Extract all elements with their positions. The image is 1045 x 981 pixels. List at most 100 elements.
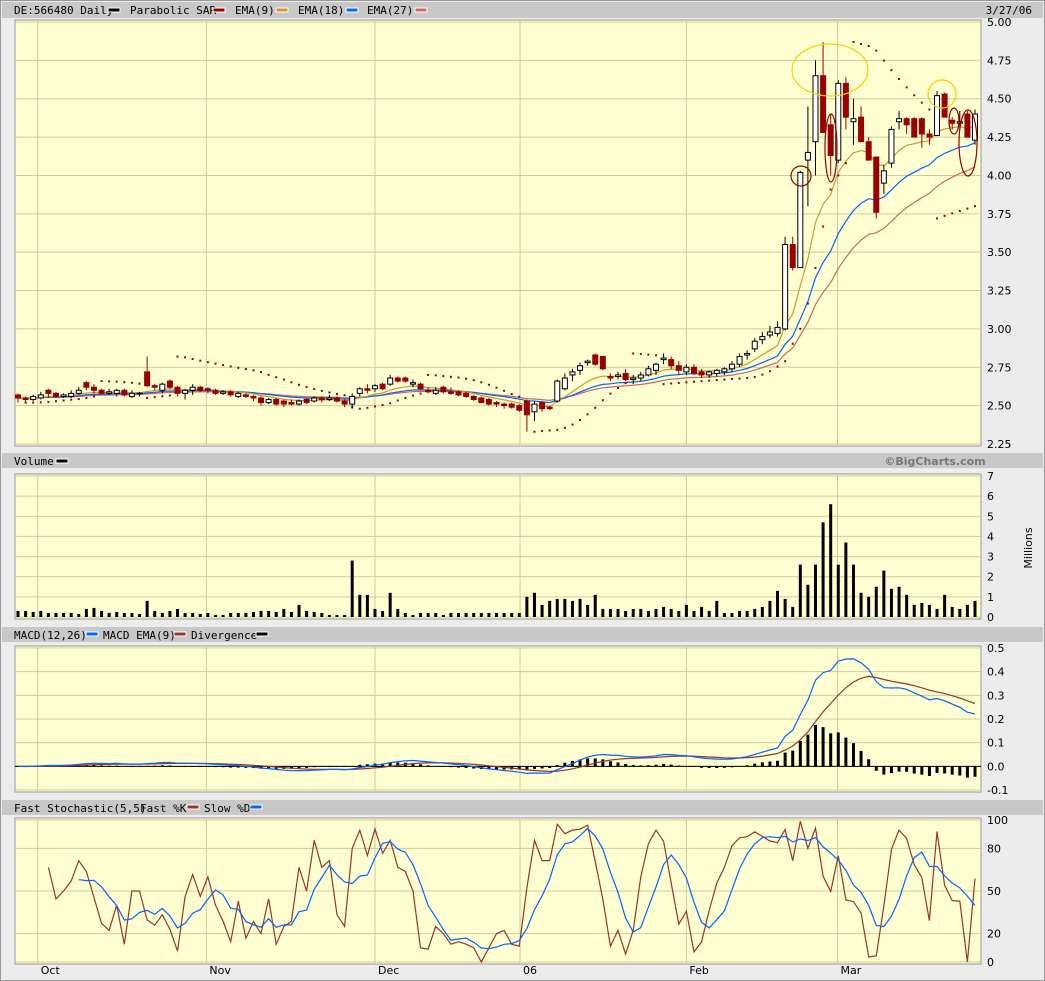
candle [516, 404, 523, 412]
candle-body [577, 365, 584, 371]
divergence-bar [836, 732, 840, 767]
volume-bar [365, 594, 369, 617]
volume-bar [495, 612, 498, 617]
volume-bar [806, 584, 810, 617]
candle-body [683, 366, 690, 373]
divergence-bar [973, 766, 977, 777]
sar-dot [313, 388, 316, 391]
volume-bar [517, 612, 521, 617]
divergence-bar [829, 733, 833, 767]
candle-body [425, 389, 432, 393]
sar-dot [222, 364, 225, 367]
volume-bar [289, 611, 293, 617]
divergence-bar [844, 737, 848, 767]
sar-dot [465, 377, 468, 380]
divergence-bar [555, 764, 559, 767]
volume-bar [540, 604, 544, 617]
volume-bar [327, 614, 331, 617]
candle-body [60, 394, 67, 397]
candle [592, 353, 599, 366]
sar-dot [275, 376, 278, 379]
volume-bar [684, 604, 688, 617]
sar-dot [373, 405, 376, 408]
sar-dot [282, 378, 285, 381]
candle-body [106, 391, 113, 394]
candle-body [820, 75, 827, 133]
candle-body [349, 395, 356, 405]
divergence-bar [532, 766, 536, 769]
volume-bar [107, 612, 111, 617]
fast-k-swatch [186, 804, 200, 810]
stoch-title: Fast Stochastic(5,5) [14, 802, 146, 815]
candle-body [273, 398, 280, 405]
volume-bar [411, 614, 415, 617]
sar-dot [791, 342, 794, 345]
candle-body [797, 171, 804, 269]
candle-body [235, 392, 242, 397]
macd-swatch [85, 631, 99, 637]
sar-dot [692, 380, 695, 383]
sar-dot [905, 86, 908, 89]
sar-dot [366, 406, 369, 409]
sar-dot [784, 360, 787, 363]
volume-bar [662, 606, 666, 617]
y-tick-label: 5.00 [987, 16, 1012, 29]
sar-dot [799, 327, 802, 330]
volume-bar [943, 594, 947, 617]
divergence-bar [176, 766, 179, 767]
divergence-bar [943, 766, 947, 774]
sar-dot [958, 209, 961, 212]
candle-body [258, 397, 265, 404]
divergence-bar [851, 743, 855, 767]
sar-dot [670, 382, 673, 385]
candle-body [197, 386, 204, 391]
candle-body [455, 391, 462, 396]
volume-bar [510, 612, 514, 617]
candle-body [607, 375, 614, 379]
sar-dot [161, 395, 164, 398]
volume-bar [130, 612, 134, 617]
divergence-bar [958, 766, 962, 776]
divergence-bar [168, 765, 172, 767]
candle-body [554, 380, 561, 402]
sar-dot [252, 369, 255, 372]
volume-bar [502, 612, 506, 617]
volume-bar [69, 612, 73, 617]
y-tick-label: 6 [987, 490, 994, 503]
y-tick-label: 0.5 [987, 642, 1005, 655]
candle [166, 379, 173, 389]
sar-dot [579, 419, 582, 422]
candle-body [713, 369, 720, 374]
divergence-bar [776, 760, 780, 767]
sar-dot [966, 207, 969, 210]
candle-body [98, 389, 105, 394]
sar-dot [829, 188, 832, 191]
candle-body [918, 118, 925, 135]
divergence-bar [130, 766, 134, 767]
volume-bar [608, 608, 612, 617]
divergence-bar [745, 765, 749, 767]
divergence-bar [548, 766, 552, 769]
candle [554, 379, 561, 403]
sar-dot [860, 43, 863, 46]
divergence-bar [608, 761, 612, 767]
divergence-bar [692, 766, 696, 767]
divergence-bar [320, 766, 324, 767]
candle-body [744, 352, 751, 356]
candle-body [250, 395, 257, 399]
divergence-bar [920, 766, 924, 775]
divergence-bar [441, 766, 445, 767]
candle-body [417, 383, 424, 390]
candle-body [159, 383, 166, 391]
volume-bar [525, 596, 529, 617]
y-tick-label: 4.75 [987, 54, 1012, 67]
candle-body [728, 363, 735, 370]
y-tick-label: 80 [987, 842, 1001, 855]
y-tick-label: 2.25 [987, 438, 1012, 451]
sar-dot [404, 396, 407, 399]
sar-dot [518, 395, 521, 398]
volume-bar [722, 612, 726, 617]
volume-bar [274, 611, 278, 617]
candle-body [964, 113, 971, 138]
sar-dot [677, 381, 680, 384]
